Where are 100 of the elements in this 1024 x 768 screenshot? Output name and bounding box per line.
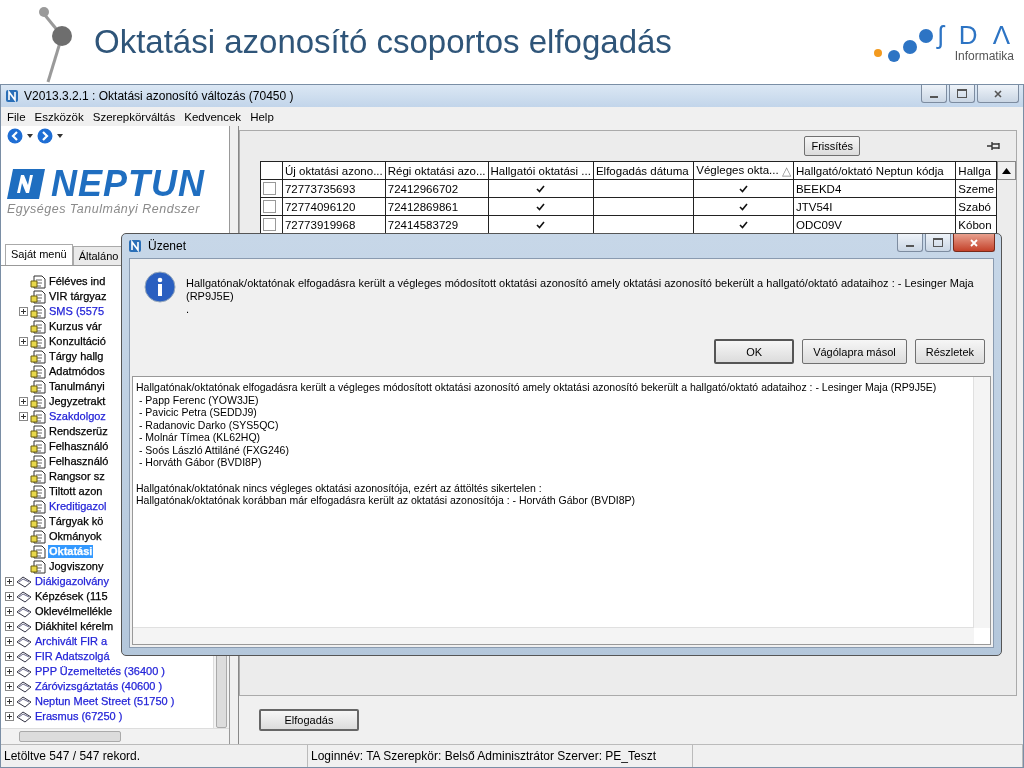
menu-item[interactable]: Eszközök (30, 110, 89, 123)
column-header[interactable]: Hallgatói oktatási ... (488, 161, 594, 180)
tree-item[interactable]: Diákhitel kérelm (34, 620, 115, 633)
expand-icon[interactable] (5, 652, 14, 661)
details-line: - Molnár Tímea (KL62HQ) (137, 431, 262, 444)
select-header[interactable] (260, 161, 283, 180)
dropdown-arrow-icon[interactable] (26, 133, 34, 139)
column-header[interactable]: Elfogadás dátuma (593, 161, 694, 180)
tree-item[interactable]: Neptun Meet Street (51750 ) (34, 695, 176, 708)
maximize-button[interactable] (949, 85, 975, 103)
pin-icon[interactable] (986, 141, 1002, 151)
horizontal-scrollbar[interactable] (133, 627, 974, 644)
tree-item[interactable]: PPP Üzemeltetés (36400 ) (34, 665, 167, 678)
document-icon (30, 439, 46, 454)
tree-item[interactable]: Záróvizsgáztatás (40600 ) (34, 680, 164, 693)
vertical-scrollbar[interactable] (997, 161, 1016, 180)
document-icon (30, 289, 46, 304)
tree-item[interactable]: Oklevélmellékle (34, 605, 114, 618)
back-icon[interactable] (7, 128, 23, 144)
tree-item[interactable]: Tanulmányi (48, 380, 106, 393)
minimize-button[interactable] (897, 234, 923, 252)
close-button[interactable] (953, 234, 995, 252)
document-icon (30, 409, 46, 424)
checkbox[interactable] (738, 219, 750, 230)
dialog-button[interactable]: OK (714, 339, 795, 364)
document-icon (30, 454, 46, 469)
tree-item[interactable]: Kurzus vár (48, 320, 103, 333)
status-session: Loginnév: TA Szerepkör: Belső Adminisztrátor Szerver: PE_Teszt (308, 745, 693, 767)
accept-button[interactable]: Elfogadás (259, 709, 359, 731)
refresh-button[interactable]: Frissítés (804, 136, 860, 156)
expand-icon[interactable] (19, 307, 28, 316)
tree-item[interactable]: Tárgy hallg (48, 350, 105, 363)
column-header[interactable]: Hallga (955, 161, 997, 180)
expand-icon[interactable] (5, 637, 14, 646)
column-header[interactable]: Régi oktatási azo... (385, 161, 489, 180)
tree-item[interactable]: Konzultáció (48, 335, 107, 348)
details-line: Hallgatónak/oktatónak nincs végleges oktatási azonosítója, ezért az áttöltés sikertelen : (136, 481, 543, 494)
tree-item[interactable]: Felhasználó (48, 455, 110, 468)
tree-item[interactable]: Rendszerüz (48, 425, 109, 438)
minimize-button[interactable] (921, 85, 947, 103)
menu-item[interactable]: File (3, 110, 31, 123)
tree-item[interactable]: Felhasználó (48, 440, 110, 453)
expand-icon[interactable] (5, 697, 14, 706)
menu-item[interactable]: Help (246, 110, 279, 123)
checkbox[interactable] (535, 219, 547, 230)
forward-icon[interactable] (37, 128, 53, 144)
expand-icon[interactable] (5, 607, 14, 616)
checkbox[interactable] (535, 183, 547, 194)
checkbox[interactable] (263, 200, 276, 213)
expand-icon[interactable] (5, 712, 14, 721)
book-icon (16, 709, 32, 724)
app-icon (5, 89, 19, 103)
dialog-button[interactable]: Részletek (914, 339, 985, 364)
tree-item[interactable]: Féléves ind (48, 275, 107, 288)
tree-item[interactable]: Tárgyak kö (48, 515, 105, 528)
tree-item[interactable]: Adatmódos (48, 365, 106, 378)
maximize-button[interactable] (925, 234, 951, 252)
expand-icon[interactable] (5, 592, 14, 601)
document-icon (30, 484, 46, 499)
checkbox[interactable] (738, 183, 750, 194)
expand-icon[interactable] (19, 337, 28, 346)
tree-item[interactable]: Szakdolgoz (48, 410, 107, 423)
expand-icon[interactable] (19, 412, 28, 421)
tree-item[interactable]: VIR tárgyaz (48, 290, 108, 303)
horizontal-scrollbar[interactable] (1, 728, 229, 744)
checkbox[interactable] (263, 218, 276, 231)
tree-item[interactable]: Kreditigazol (48, 500, 108, 513)
message-text: Hallgatónak/oktatónak elfogadásra került a végleges módosított oktatási azonosító amely oktatási azonosító bekerült a hallgató/oktató adataihoz : - Lesinger Maja (RP9J5E) (186, 277, 975, 303)
scroll-up-icon (1002, 167, 1012, 174)
tree-item[interactable]: Archivált FIR a (34, 635, 109, 648)
column-header[interactable]: Új oktatási azono... (282, 161, 386, 180)
tree-item[interactable]: Jegyzetrakt (48, 395, 107, 408)
menu-item[interactable]: Kedvencek (180, 110, 247, 123)
document-icon (30, 559, 46, 574)
dialog-button[interactable]: Vágólapra másol (802, 339, 907, 364)
table-cell: 72412869861 (385, 197, 489, 216)
tree-item[interactable]: SMS (5575 (48, 305, 106, 318)
dropdown-arrow-icon[interactable] (56, 133, 64, 139)
checkbox[interactable] (263, 182, 276, 195)
book-icon (16, 664, 32, 679)
column-header[interactable]: Hallgató/oktató Neptun kódja (793, 161, 956, 180)
checkbox[interactable] (535, 201, 547, 212)
checkbox[interactable] (738, 201, 750, 212)
tree-item[interactable]: Rangsor sz (48, 470, 106, 483)
menu-item[interactable]: Szerepkörváltás (88, 110, 181, 123)
tree-item[interactable]: Tiltott azon (48, 485, 104, 498)
tree-item[interactable]: Jogviszony (48, 560, 105, 573)
expand-icon[interactable] (5, 682, 14, 691)
expand-icon[interactable] (5, 667, 14, 676)
tree-item[interactable]: Okmányok (48, 530, 103, 543)
expand-icon[interactable] (19, 397, 28, 406)
tree-item[interactable]: Erasmus (67250 ) (34, 710, 124, 723)
expand-icon[interactable] (5, 622, 14, 631)
tree-item[interactable]: Diákigazolvány (34, 575, 110, 588)
tab[interactable]: Saját menü (5, 244, 73, 265)
details-line: - Soós László Attiláné (FXG246) (137, 443, 290, 456)
tree-item[interactable]: FIR Adatszolgá (34, 650, 111, 663)
tree-item[interactable]: Képzések (115 (34, 590, 109, 603)
column-header[interactable]: Végleges okta... △ (693, 161, 794, 180)
expand-icon[interactable] (5, 577, 14, 586)
